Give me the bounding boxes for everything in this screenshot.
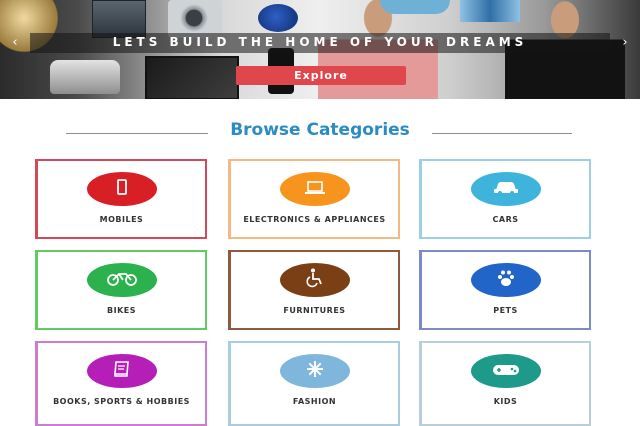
- category-label: FURNITURES: [283, 306, 346, 315]
- category-icon-circle: [279, 263, 350, 297]
- hero-title: LETS BUILD THE HOME OF YOUR DREAMS: [112, 35, 528, 49]
- category-label: ELECTRONICS & APPLIANCES: [243, 215, 386, 224]
- category-icon-circle: [86, 172, 157, 206]
- category-card-furnitures[interactable]: FURNITURES: [228, 250, 400, 330]
- category-card-bikes[interactable]: BIKES: [35, 250, 207, 330]
- category-label: KIDS: [493, 397, 518, 406]
- category-card-electronics[interactable]: ELECTRONICS & APPLIANCES: [228, 159, 400, 239]
- iron-image: [380, 0, 450, 14]
- category-card-kids[interactable]: KIDS: [419, 341, 591, 426]
- category-icon-circle: [86, 263, 157, 297]
- vacuum-cleaner-image: [258, 4, 298, 32]
- car-icon: [493, 180, 519, 199]
- category-icon-circle: [86, 354, 157, 388]
- toaster-image: [50, 60, 120, 94]
- explore-button[interactable]: Explore: [236, 66, 406, 85]
- category-icon-circle: [279, 354, 350, 388]
- category-card-fashion[interactable]: FASHION: [228, 341, 400, 426]
- section-title: Browse Categories: [230, 120, 410, 140]
- category-icon-circle: [470, 263, 541, 297]
- header-divider-right: [432, 133, 572, 134]
- chevron-right-icon[interactable]: ›: [616, 34, 634, 52]
- header-divider-left: [66, 133, 208, 134]
- browse-categories-header: Browse Categories: [0, 118, 640, 148]
- category-grid: MOBILES ELECTRONICS & APPLIANCES CARS BI…: [35, 159, 595, 426]
- category-label: PETS: [493, 306, 518, 315]
- chevron-left-icon[interactable]: ‹: [6, 34, 24, 52]
- snowflake-icon: [306, 360, 324, 382]
- mobile-icon: [115, 179, 129, 199]
- category-card-pets[interactable]: PETS: [419, 250, 591, 330]
- category-icon-circle: [470, 172, 541, 206]
- hero-banner: LETS BUILD THE HOME OF YOUR DREAMS Explo…: [0, 0, 640, 99]
- category-label: MOBILES: [99, 215, 144, 224]
- gamepad-icon: [492, 362, 520, 381]
- wheelchair-icon: [305, 268, 325, 292]
- bike-icon: [106, 270, 137, 290]
- category-card-books[interactable]: BOOKS, SPORTS & HOBBIES: [35, 341, 207, 426]
- category-card-mobiles[interactable]: MOBILES: [35, 159, 207, 239]
- laptop-icon: [304, 180, 326, 199]
- category-label: BOOKS, SPORTS & HOBBIES: [53, 397, 190, 406]
- category-icon-circle: [279, 172, 350, 206]
- television-image: [145, 56, 239, 99]
- book-icon: [112, 360, 132, 382]
- category-icon-circle: [470, 354, 541, 388]
- paw-icon: [496, 269, 516, 291]
- category-label: CARS: [492, 215, 519, 224]
- category-card-cars[interactable]: CARS: [419, 159, 591, 239]
- category-label: FASHION: [292, 397, 337, 406]
- category-label: BIKES: [107, 306, 136, 315]
